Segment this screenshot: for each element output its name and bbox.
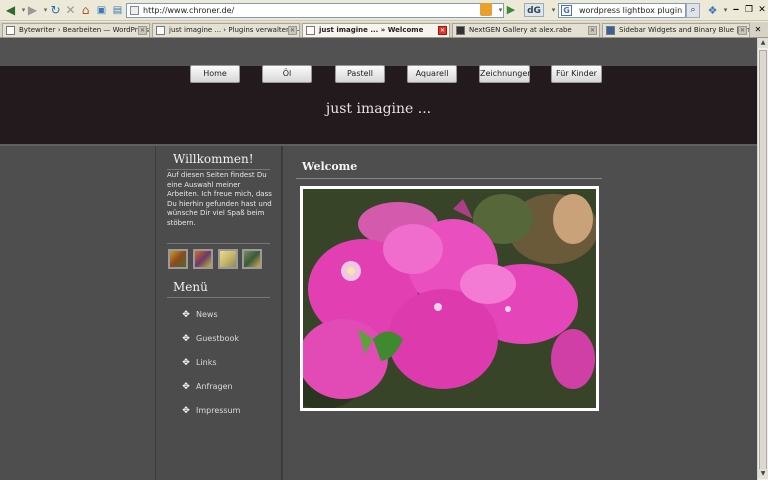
gallery-thumbnail[interactable] (193, 249, 213, 269)
gallery-thumbnail[interactable] (168, 249, 188, 269)
web-page: just imagine ... Home Öl Pastell Aquarel… (0, 38, 757, 480)
menu-item-label: Guestbook (196, 334, 239, 343)
rss-icon[interactable] (480, 3, 492, 16)
nav-oel[interactable]: Öl (262, 65, 312, 83)
move-icon: ✥ (182, 310, 190, 320)
tab-label: Bytewriter › Bearbeiten — WordPress (19, 26, 150, 34)
tab-close-icon[interactable]: ✕ (288, 26, 297, 35)
site-title[interactable]: just imagine ... (0, 101, 757, 117)
restore-icon[interactable]: ❐ (743, 4, 755, 16)
tab-favicon-icon (456, 26, 465, 35)
nav-aquarell[interactable]: Aquarell (407, 65, 457, 83)
tab-favicon-icon (606, 26, 615, 35)
menu-item-label: Links (196, 358, 217, 367)
browser-tab[interactable]: Bytewriter › Bearbeiten — WordPress ✕ (2, 23, 150, 37)
scrollbar-thumb[interactable] (759, 50, 767, 477)
close-icon[interactable]: ✕ (756, 4, 768, 16)
nav-band (0, 38, 757, 66)
menu-item-news[interactable]: ✥ News (181, 309, 218, 321)
sidebar: Willkommen! Auf diesen Seiten findest Du… (155, 146, 283, 480)
nav-zeichnungen[interactable]: Zeichnungen (479, 65, 532, 83)
gallery-thumbnail[interactable] (218, 249, 238, 269)
reload-icon[interactable]: ↻ (48, 3, 63, 18)
home-icon[interactable]: ⌂ (78, 3, 93, 18)
sidebar-divider (167, 243, 270, 244)
tab-close-icon[interactable]: ✕ (738, 26, 747, 35)
tab-bar: Bytewriter › Bearbeiten — WordPress ✕ ju… (0, 22, 768, 38)
nav-pastell[interactable]: Pastell (335, 65, 385, 83)
sidebar-divider (167, 297, 270, 298)
move-icon: ✥ (182, 406, 190, 416)
search-query-text: wordpress lightbox plugin (579, 6, 683, 15)
tab-favicon-icon (6, 26, 15, 35)
menu-item-label: News (196, 310, 218, 319)
menu-item-guestbook[interactable]: ✥ Guestbook (181, 333, 239, 345)
gallery-thumbnail[interactable] (242, 249, 262, 269)
browser-chrome: ◀ ▾ ▶ ▾ ↻ ✕ ⌂ ▣ ▤ http://www.chroner.de/… (0, 0, 768, 38)
toolbar-extension-button[interactable]: dG (524, 3, 544, 17)
google-icon[interactable]: G (561, 5, 572, 16)
move-icon: ✥ (182, 358, 190, 368)
vertical-scrollbar[interactable]: ▲ ▼ (757, 38, 768, 480)
menu-item-anfragen[interactable]: ✥ Anfragen (181, 381, 233, 393)
menu-item-label: Anfragen (196, 382, 233, 391)
nav-home[interactable]: Home (190, 65, 240, 83)
browser-tab[interactable]: just imagine ... › Plugins verwalten — .… (152, 23, 300, 37)
bougainvillea-photo (303, 189, 596, 408)
url-text: http://www.chroner.de/ (143, 6, 235, 15)
scroll-down-icon[interactable]: ▼ (758, 469, 768, 479)
page-icon[interactable]: ▤ (110, 3, 125, 18)
post-photo[interactable] (300, 186, 599, 411)
menu-item-impressum[interactable]: ✥ Impressum (181, 405, 240, 417)
browser-toolbar: ◀ ▾ ▶ ▾ ↻ ✕ ⌂ ▣ ▤ http://www.chroner.de/… (0, 0, 768, 21)
nav-fuer-kinder[interactable]: Für Kinder (551, 65, 602, 83)
browser-tab-active[interactable]: just imagine ... » Welcome ✕ (302, 23, 450, 37)
tab-label: just imagine ... » Welcome (319, 26, 424, 34)
scroll-up-icon[interactable]: ▲ (758, 38, 768, 48)
browser-tab[interactable]: NextGEN Gallery at alex.rabe ✕ (452, 23, 600, 37)
move-icon: ✥ (182, 334, 190, 344)
tab-close-icon[interactable]: ✕ (138, 26, 147, 35)
site-favicon-icon (130, 6, 139, 15)
minimize-icon[interactable]: ‒ (730, 4, 742, 16)
tab-label: just imagine ... › Plugins verwalten — .… (169, 26, 300, 34)
bookmarks-icon[interactable]: ▣ (94, 3, 109, 18)
url-bar[interactable]: http://www.chroner.de/ (126, 3, 504, 18)
menu-item-links[interactable]: ✥ Links (181, 357, 217, 369)
post-title-divider (296, 178, 602, 179)
sidebar-divider (167, 169, 270, 170)
tab-list-icon[interactable]: ✕ (752, 24, 764, 36)
tab-close-icon[interactable]: ✕ (438, 26, 447, 35)
post-title[interactable]: Welcome (302, 160, 357, 173)
stop-icon[interactable]: ✕ (63, 3, 78, 18)
go-icon[interactable]: ▶ (504, 3, 518, 17)
browser-tab[interactable]: Sidebar Widgets and Binary Blue | 4nu...… (602, 23, 750, 37)
menu-heading: Menü (173, 280, 208, 294)
search-icon[interactable]: ⌕ (686, 3, 700, 18)
move-icon: ✥ (182, 382, 190, 392)
header-divider (0, 144, 757, 146)
tab-label: Sidebar Widgets and Binary Blue | 4nu... (619, 26, 750, 34)
tab-label: NextGEN Gallery at alex.rabe (469, 26, 572, 34)
tab-favicon-icon (156, 26, 165, 35)
menu-item-label: Impressum (196, 406, 241, 415)
tab-close-icon[interactable]: ✕ (588, 26, 597, 35)
search-input[interactable]: G wordpress lightbox plugin (558, 3, 686, 18)
welcome-heading: Willkommen! (173, 152, 254, 166)
welcome-text: Auf diesen Seiten findest Du eine Auswah… (167, 171, 272, 227)
tab-favicon-icon (306, 26, 315, 35)
